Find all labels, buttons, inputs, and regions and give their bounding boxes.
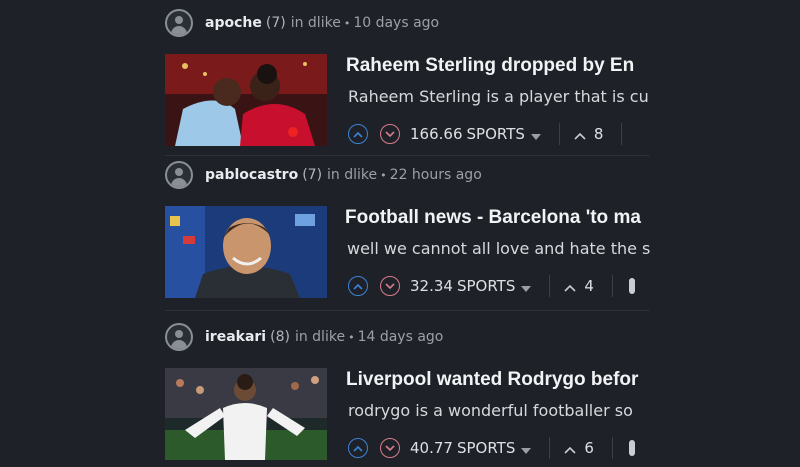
chevron-up-icon [574,125,586,144]
post-title[interactable]: Liverpool wanted Rodrygo befor [346,369,638,391]
author-name[interactable]: apoche [205,15,262,31]
upvote-icon[interactable] [348,276,368,296]
divider [621,123,623,145]
community-label[interactable]: in dlike [291,15,341,31]
post-time: 14 days ago [357,329,444,345]
downvote-icon[interactable] [380,438,400,458]
caret-down-icon[interactable] [521,439,532,458]
downvote-icon[interactable] [380,276,400,296]
author-reputation: (7) [265,15,286,31]
reply-button[interactable]: 8 [574,125,604,144]
avatar-icon[interactable] [165,323,193,351]
post-actions: 32.34 SPORTS 4 [348,271,635,301]
chevron-up-icon [564,277,576,296]
reply-count: 6 [584,439,594,457]
post-card: pablocastro (7) in dlike • 22 hours ago … [165,160,650,305]
downvote-icon[interactable] [380,124,400,144]
upvote-icon[interactable] [348,438,368,458]
caret-down-icon[interactable] [521,277,532,296]
post-meta: pablocastro (7) in dlike • 22 hours ago [165,160,482,190]
author-name[interactable]: ireakari [205,329,266,345]
post-title[interactable]: Raheem Sterling dropped by En [346,55,634,77]
post-feed: apoche (7) in dlike • 10 days ago Raheem… [0,0,800,467]
meta-separator: • [380,168,387,182]
divider [611,275,613,297]
post-tag[interactable]: SPORTS [467,125,525,143]
upvote-icon[interactable] [348,124,368,144]
author-reputation: (8) [270,329,290,345]
post-payout[interactable]: 166.66 [410,125,463,143]
reply-button[interactable]: 4 [564,277,594,296]
reply-count: 4 [584,277,594,295]
post-time: 10 days ago [353,15,440,31]
post-tag[interactable]: SPORTS [457,439,515,457]
post-thumbnail[interactable] [165,368,327,460]
post-payout[interactable]: 40.77 [410,439,453,457]
post-meta: apoche (7) in dlike • 10 days ago [165,8,439,38]
post-excerpt: well we cannot all love and hate the s [347,239,650,258]
post-meta: ireakari (8) in dlike • 14 days ago [165,322,443,352]
post-actions: 40.77 SPORTS 6 [348,433,635,463]
community-label[interactable]: in dlike [327,167,377,183]
more-icon[interactable] [628,440,635,456]
meta-separator: • [348,330,355,344]
post-card: ireakari (8) in dlike • 14 days ago Live… [165,322,650,467]
post-divider [165,155,650,156]
post-excerpt: rodrygo is a wonderful footballer so [348,401,633,420]
meta-separator: • [343,16,351,30]
post-thumbnail[interactable] [165,54,327,146]
post-payout[interactable]: 32.34 [410,277,453,295]
divider [549,437,551,459]
reply-count: 8 [593,125,604,143]
caret-down-icon[interactable] [530,125,541,144]
author-reputation: (7) [302,167,323,183]
divider [549,275,551,297]
community-label[interactable]: in dlike [295,329,345,345]
reply-button[interactable]: 6 [564,439,594,458]
post-thumbnail[interactable] [165,206,327,298]
avatar-icon[interactable] [165,9,193,37]
more-icon[interactable] [628,278,635,294]
post-excerpt: Raheem Sterling is a player that is cu [348,87,649,106]
post-card: apoche (7) in dlike • 10 days ago Raheem… [165,8,650,153]
post-title[interactable]: Football news - Barcelona 'to ma [345,207,641,229]
post-actions: 166.66 SPORTS 8 [348,119,623,149]
chevron-up-icon [564,439,576,458]
divider [558,123,560,145]
divider [611,437,613,459]
post-tag[interactable]: SPORTS [457,277,515,295]
post-time: 22 hours ago [389,167,482,183]
author-name[interactable]: pablocastro [205,167,298,183]
avatar-icon[interactable] [165,161,193,189]
post-divider [165,310,650,311]
